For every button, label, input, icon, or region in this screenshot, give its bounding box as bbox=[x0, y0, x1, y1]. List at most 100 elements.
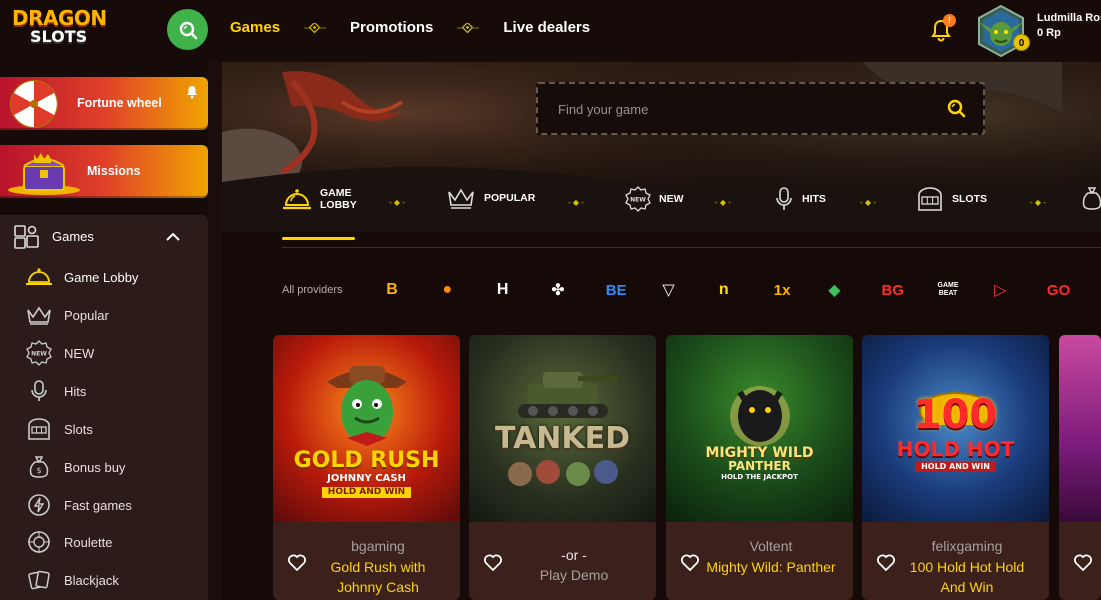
heart-icon[interactable] bbox=[287, 553, 307, 571]
tab-game-lobby[interactable]: GAME LOBBY bbox=[282, 186, 357, 212]
chevron-up-icon bbox=[166, 232, 180, 241]
new-badge-icon: NEW bbox=[625, 186, 651, 212]
tab-hits[interactable]: HITS bbox=[774, 186, 826, 212]
sidebar-item-label: Popular bbox=[64, 307, 109, 323]
promo-label: Fortune wheel bbox=[77, 96, 162, 110]
art-title: MIGHTY WILD bbox=[705, 445, 814, 461]
game-card[interactable]: GOLD RUSH JOHNNY CASH HOLD AND WIN bgami… bbox=[273, 335, 460, 600]
bell-icon bbox=[187, 86, 197, 99]
art-subtitle: HOLD HOT bbox=[896, 437, 1015, 461]
tab-new[interactable]: NEW NEW bbox=[625, 186, 684, 212]
heart-icon[interactable] bbox=[1073, 553, 1093, 571]
provider-logo[interactable]: BE bbox=[601, 278, 631, 302]
provider-logo[interactable]: BG bbox=[878, 278, 908, 302]
notifications-button[interactable]: ! bbox=[930, 14, 956, 42]
dragon-slots-logo[interactable]: DRAGON SLOTS bbox=[12, 8, 112, 48]
tab-popular[interactable]: POPULAR bbox=[446, 186, 535, 210]
game-thumbnail[interactable]: GOLD RUSH JOHNNY CASH HOLD AND WIN bbox=[273, 335, 460, 522]
tab-bonus-buy[interactable] bbox=[1080, 186, 1101, 212]
user-name[interactable]: Ludmilla Ros bbox=[1037, 12, 1101, 24]
provider-logo[interactable]: ▽ bbox=[657, 278, 681, 302]
game-card[interactable]: TANKED -or - Play Demo bbox=[469, 335, 656, 600]
sidebar-item-fast-games[interactable]: Fast games bbox=[24, 491, 132, 519]
game-thumbnail[interactable] bbox=[1059, 335, 1101, 522]
games-grid: GOLD RUSH JOHNNY CASH HOLD AND WIN bgami… bbox=[273, 335, 1101, 600]
play-demo-link[interactable]: Play Demo bbox=[509, 567, 639, 583]
sidebar-item-new[interactable]: NEW NEW bbox=[24, 339, 94, 367]
bell-lobby-icon bbox=[24, 264, 54, 290]
provider-logo[interactable]: H bbox=[491, 278, 515, 302]
sidebar-item-label: Slots bbox=[64, 421, 93, 437]
game-thumbnail[interactable]: TANKED bbox=[469, 335, 656, 522]
sidebar-item-popular[interactable]: Popular bbox=[24, 301, 109, 329]
provider-logo[interactable]: ▷ bbox=[988, 278, 1012, 302]
fortune-wheel-icon bbox=[10, 80, 58, 128]
providers-bar: All providers B ● H ✤ BE ▽ n 1x ◆ BG GAME BEAT ▷ GO bbox=[222, 274, 1101, 306]
tank-artwork bbox=[517, 371, 618, 418]
sidebar-item-label: Fast games bbox=[64, 497, 132, 513]
panther-artwork bbox=[729, 386, 790, 446]
sidebar-item-blackjack[interactable]: Blackjack bbox=[24, 566, 119, 594]
slot-machine-icon bbox=[918, 187, 942, 211]
lightning-icon bbox=[24, 492, 54, 518]
sidebar-item-game-lobby[interactable]: Game Lobby bbox=[24, 263, 138, 291]
provider-logo[interactable]: n bbox=[712, 278, 736, 302]
missions-button[interactable]: Missions bbox=[0, 145, 208, 198]
sidebar-scrollbar[interactable] bbox=[208, 62, 222, 600]
game-provider: felixgaming bbox=[931, 538, 1003, 554]
provider-logo[interactable]: GAME BEAT bbox=[933, 278, 963, 302]
provider-logo[interactable]: ◆ bbox=[822, 278, 846, 302]
games-menu-header[interactable]: Games bbox=[0, 215, 208, 259]
game-thumbnail[interactable]: MIGHTY WILD PANTHER HOLD THE JACKPOT bbox=[666, 335, 853, 522]
nav-promotions[interactable]: Promotions bbox=[350, 19, 433, 36]
search-button[interactable] bbox=[167, 9, 208, 50]
game-thumbnail[interactable]: 100 HOLD HOT HOLD AND WIN bbox=[862, 335, 1049, 522]
avatar[interactable]: 0 bbox=[975, 4, 1030, 58]
provider-logo[interactable]: 1x bbox=[767, 278, 797, 302]
games-menu-title: Games bbox=[52, 229, 94, 244]
heart-icon[interactable] bbox=[876, 553, 896, 571]
all-providers-link[interactable]: All providers bbox=[282, 284, 343, 296]
crown-icon bbox=[24, 302, 54, 328]
svg-text:NEW: NEW bbox=[31, 351, 47, 358]
game-title: 100 Hold Hot Hold And Win bbox=[909, 559, 1025, 595]
notification-badge: ! bbox=[943, 14, 956, 27]
tab-label: POPULAR bbox=[484, 192, 536, 204]
bell-lobby-icon bbox=[283, 189, 311, 210]
heart-icon[interactable] bbox=[483, 553, 503, 571]
sidebar-item-slots[interactable]: Slots bbox=[24, 415, 93, 443]
main-content: GAMELOBBY - ◆ - POPULAR - ◆ - NEW NEW - … bbox=[222, 62, 1101, 600]
money-bag-icon bbox=[1082, 187, 1101, 210]
logo-text-line2: SLOTS bbox=[30, 27, 88, 46]
main-nav: Games Promotions Live dealers bbox=[230, 19, 590, 36]
game-card[interactable] bbox=[1059, 335, 1101, 600]
svg-text:$: $ bbox=[36, 466, 41, 475]
fortune-wheel-button[interactable]: Fortune wheel bbox=[0, 77, 208, 130]
svg-text:NEW: NEW bbox=[630, 197, 646, 204]
search-icon[interactable] bbox=[946, 98, 966, 118]
crown-icon bbox=[448, 188, 474, 209]
sidebar-item-label: Game Lobby bbox=[64, 269, 139, 285]
new-badge-icon: NEW bbox=[24, 340, 54, 366]
game-card[interactable]: 100 HOLD HOT HOLD AND WIN felixgaming 10… bbox=[862, 335, 1049, 600]
nav-live-dealers[interactable]: Live dealers bbox=[503, 19, 590, 36]
sidebar-item-hits[interactable]: Hits bbox=[24, 377, 86, 405]
provider-logo[interactable]: ● bbox=[435, 278, 459, 302]
sidebar: Fortune wheel Missions Games Game Lobby … bbox=[0, 62, 222, 600]
provider-logo[interactable]: GO bbox=[1044, 278, 1074, 302]
search-input[interactable] bbox=[558, 99, 918, 119]
promo-label: Missions bbox=[87, 164, 141, 178]
provider-logo[interactable]: B bbox=[380, 278, 404, 302]
tab-label: SLOTS bbox=[952, 193, 988, 205]
game-card[interactable]: MIGHTY WILD PANTHER HOLD THE JACKPOT Vol… bbox=[666, 335, 853, 600]
provider-logo[interactable]: ✤ bbox=[546, 278, 570, 302]
logo-text-line1: DRAGON bbox=[12, 6, 107, 30]
sidebar-item-roulette[interactable]: Roulette bbox=[24, 528, 112, 556]
diamond-separator-icon: - ◆ - bbox=[389, 198, 405, 207]
sidebar-item-bonus-buy[interactable]: $ Bonus buy bbox=[24, 453, 125, 481]
nav-games[interactable]: Games bbox=[230, 19, 280, 36]
cards-icon bbox=[24, 567, 54, 593]
heart-icon[interactable] bbox=[680, 553, 700, 571]
search-icon bbox=[179, 21, 197, 39]
tab-slots[interactable]: SLOTS bbox=[916, 186, 987, 212]
